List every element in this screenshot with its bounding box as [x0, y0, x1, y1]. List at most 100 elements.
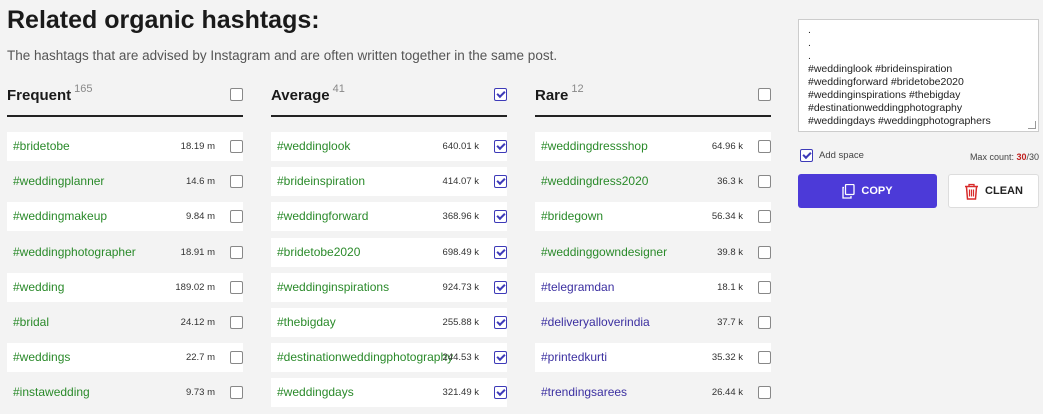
hashtag-row[interactable]: #deliveryalloverindia 37.7 k	[535, 308, 771, 337]
column-title: Rare 12	[535, 83, 584, 104]
hashtag-checkbox[interactable]	[494, 315, 507, 329]
add-space-label: Add space	[819, 150, 864, 161]
clean-label: CLEAN	[985, 185, 1023, 197]
hashtag-checkbox[interactable]	[494, 245, 507, 259]
hashtag-checkbox[interactable]	[230, 245, 243, 259]
hashtag-checkbox[interactable]	[758, 351, 771, 365]
hashtag-link[interactable]: #weddingdressshop	[541, 139, 648, 153]
hashtag-link[interactable]: #trendingsarees	[541, 385, 627, 399]
add-space-checkbox[interactable]	[800, 149, 813, 162]
select-all-checkbox[interactable]	[230, 88, 243, 101]
max-count-indicator: Max count: 30/30	[970, 152, 1039, 162]
hashtag-row[interactable]: #destinationweddingphotography 244.53 k	[271, 343, 507, 373]
hashtag-row[interactable]: #trendingsarees 26.44 k	[535, 378, 771, 407]
hashtag-checkbox[interactable]	[758, 280, 771, 294]
hashtag-row[interactable]: #weddingdressshop 64.96 k	[535, 132, 771, 161]
hashtag-checkbox[interactable]	[758, 210, 771, 224]
textarea-line: .	[808, 24, 811, 36]
hashtag-count: 9.73 m	[185, 387, 215, 399]
hashtag-row[interactable]: #instawedding 9.73 m	[7, 378, 243, 407]
hashtag-link[interactable]: #thebigday	[277, 315, 336, 329]
column-average: Average 41 #weddinglook 640.01 k #brideinspi…	[271, 82, 507, 414]
hashtag-row[interactable]: #weddingphotographer 18.91 m	[7, 238, 243, 267]
hashtag-count: 189.02 m	[175, 281, 215, 293]
hashtag-row[interactable]: #bridegown 56.34 k	[535, 202, 771, 232]
hashtag-link[interactable]: #wedding	[13, 280, 64, 294]
hashtag-checkbox[interactable]	[230, 315, 243, 329]
hashtag-row[interactable]: #weddingmakeup 9.84 m	[7, 202, 243, 232]
copy-label: COPY	[861, 185, 893, 197]
hashtag-checkbox[interactable]	[758, 140, 771, 153]
hashtag-row[interactable]: #weddingforward 368.96 k	[271, 202, 507, 232]
hashtag-link[interactable]: #bridetobe	[13, 139, 70, 153]
hashtag-row[interactable]: #thebigday 255.88 k	[271, 307, 507, 337]
column-title-text: Average	[271, 87, 330, 104]
hashtag-count: 18.19 m	[180, 141, 215, 152]
resize-grip-icon[interactable]	[1028, 121, 1036, 129]
hashtag-checkbox[interactable]	[758, 245, 771, 259]
select-all-checkbox[interactable]	[758, 88, 771, 101]
hashtag-checkbox[interactable]	[494, 175, 507, 189]
hashtag-checkbox[interactable]	[230, 140, 243, 153]
hashtag-count: 35.32 k	[711, 352, 743, 364]
hashtag-checkbox[interactable]	[230, 175, 243, 189]
hashtag-row[interactable]: #weddinggowndesigner 39.8 k	[535, 238, 771, 267]
hashtag-link[interactable]: #bridegown	[541, 209, 603, 223]
hashtag-checkbox[interactable]	[494, 386, 507, 400]
hashtag-count: 18.91 m	[180, 246, 215, 258]
hashtag-link[interactable]: #instawedding	[13, 385, 90, 399]
hashtag-checkbox[interactable]	[230, 386, 243, 400]
hashtag-link[interactable]: #weddinglook	[277, 139, 350, 153]
hashtag-count: 640.01 k	[442, 141, 479, 152]
hashtag-count: 14.6 m	[185, 176, 215, 188]
hashtag-checkbox[interactable]	[230, 210, 243, 224]
hashtag-row[interactable]: #bridetobe2020 698.49 k	[271, 237, 507, 267]
hashtags-textarea[interactable]: ... #weddinglook #brideinspiration #weddin…	[798, 19, 1039, 132]
hashtag-checkbox[interactable]	[494, 280, 507, 294]
hashtag-checkbox[interactable]	[230, 351, 243, 365]
hashtag-row[interactable]: #weddingdays 321.49 k	[271, 378, 507, 408]
hashtag-link[interactable]: #bridal	[13, 315, 49, 329]
clean-button[interactable]: CLEAN	[948, 174, 1039, 208]
hashtag-checkbox[interactable]	[758, 386, 771, 400]
hashtag-count: 255.88 k	[442, 316, 479, 328]
hashtag-link[interactable]: #weddingdress2020	[541, 174, 648, 188]
hashtag-row[interactable]: #bridetobe 18.19 m	[7, 132, 243, 161]
hashtag-checkbox[interactable]	[494, 140, 507, 153]
hashtag-link[interactable]: #weddinggowndesigner	[541, 245, 667, 259]
hashtag-checkbox[interactable]	[494, 351, 507, 365]
hashtag-link[interactable]: #weddingphotographer	[13, 245, 136, 259]
hashtag-checkbox[interactable]	[758, 175, 771, 189]
hashtag-checkbox[interactable]	[494, 210, 507, 224]
copy-button[interactable]: COPY	[798, 174, 937, 208]
hashtag-row[interactable]: #telegramdan 18.1 k	[535, 272, 771, 302]
hashtag-link[interactable]: #printedkurti	[541, 350, 607, 364]
hashtag-link[interactable]: #weddingforward	[277, 209, 368, 223]
trash-icon	[964, 183, 979, 200]
hashtag-link[interactable]: #weddingmakeup	[13, 209, 107, 223]
hashtag-row[interactable]: #weddingdress2020 36.3 k	[535, 167, 771, 196]
hashtag-row[interactable]: #weddingplanner 14.6 m	[7, 167, 243, 196]
hashtag-row[interactable]: #weddinginspirations 924.73 k	[271, 272, 507, 302]
hashtag-link[interactable]: #weddingdays	[277, 385, 354, 399]
hashtag-checkbox[interactable]	[230, 280, 243, 294]
hashtag-link[interactable]: #weddingplanner	[13, 174, 104, 188]
hashtag-link[interactable]: #deliveryalloverindia	[541, 315, 650, 329]
hashtag-link[interactable]: #telegramdan	[541, 280, 614, 294]
hashtag-row[interactable]: #wedding 189.02 m	[7, 272, 243, 302]
column-count: 12	[571, 83, 584, 95]
hashtag-link[interactable]: #weddings	[13, 350, 70, 364]
select-all-checkbox[interactable]	[494, 88, 507, 101]
hashtag-row[interactable]: #bridal 24.12 m	[7, 308, 243, 337]
hashtag-row[interactable]: #brideinspiration 414.07 k	[271, 167, 507, 197]
hashtag-link[interactable]: #weddinginspirations	[277, 280, 389, 294]
hashtag-link[interactable]: #destinationweddingphotography	[277, 350, 453, 364]
hashtag-row[interactable]: #printedkurti 35.32 k	[535, 343, 771, 373]
hashtag-link[interactable]: #brideinspiration	[277, 174, 365, 188]
hashtag-link[interactable]: #bridetobe2020	[277, 245, 360, 259]
hashtag-count: 18.1 k	[717, 281, 743, 293]
hashtag-row[interactable]: #weddings 22.7 m	[7, 343, 243, 373]
copy-icon	[842, 183, 856, 199]
hashtag-checkbox[interactable]	[758, 315, 771, 329]
hashtag-row[interactable]: #weddinglook 640.01 k	[271, 132, 507, 161]
